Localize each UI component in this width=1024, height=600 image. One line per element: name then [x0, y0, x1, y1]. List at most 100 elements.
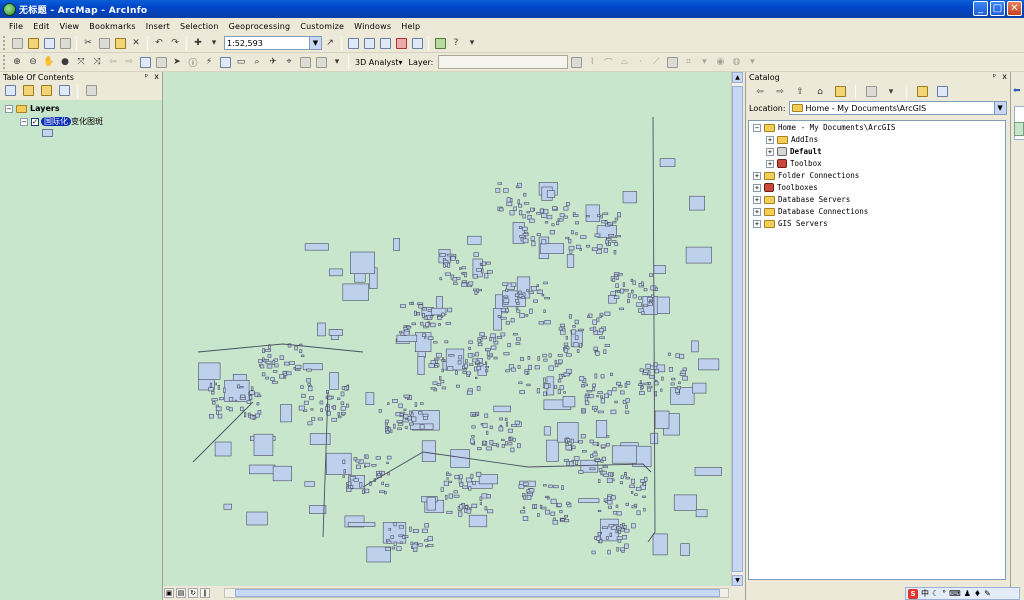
parcel-polygon[interactable] [612, 387, 617, 392]
ime-tools-icon[interactable]: ✎ [984, 589, 991, 598]
parcel-polygon[interactable] [265, 360, 272, 365]
parcel-polygon[interactable] [464, 505, 468, 509]
parcel-polygon[interactable] [660, 388, 663, 392]
home-icon[interactable]: ⌂ [813, 85, 827, 99]
parcel-polygon[interactable] [495, 187, 501, 193]
parcel-polygon[interactable] [563, 342, 569, 346]
parcel-polygon[interactable] [472, 274, 478, 279]
parcel-polygon[interactable] [587, 315, 590, 318]
parcel-polygon[interactable] [434, 365, 438, 368]
parcel-polygon[interactable] [571, 230, 574, 235]
parcel-polygon[interactable] [632, 280, 636, 285]
parcel-polygon[interactable] [571, 329, 577, 335]
parcel-polygon[interactable] [565, 236, 570, 240]
parcel-polygon[interactable] [303, 400, 309, 405]
parcel-polygon[interactable] [568, 314, 573, 319]
parcel-polygon[interactable] [614, 274, 618, 277]
find-route-icon[interactable]: ✈ [266, 55, 280, 69]
menu-view[interactable]: View [54, 22, 84, 31]
parcel-polygon[interactable] [223, 387, 226, 393]
parcel-polygon[interactable] [579, 376, 585, 382]
parcel-polygon[interactable] [599, 314, 602, 318]
parcel-polygon[interactable] [608, 234, 615, 237]
parcel-polygon[interactable] [471, 503, 478, 509]
parcel-polygon[interactable] [249, 390, 255, 395]
parcel-polygon[interactable] [520, 357, 524, 361]
parcel-polygon[interactable] [531, 241, 536, 247]
location-combo[interactable]: Home - My Documents\ArcGIS ▼ [788, 101, 1007, 115]
parcel-polygon[interactable] [396, 420, 403, 424]
parcel-polygon[interactable] [302, 363, 323, 371]
parcel-polygon[interactable] [625, 404, 628, 409]
parcel-polygon[interactable] [639, 391, 645, 395]
parcel-polygon[interactable] [564, 518, 570, 523]
parcel-polygon[interactable] [519, 389, 525, 394]
steepest-path-icon[interactable]: ⌒ [601, 55, 615, 69]
parcel-polygon[interactable] [340, 411, 346, 415]
layers-dataframe-row[interactable]: − Layers [5, 104, 60, 113]
parcel-polygon[interactable] [484, 361, 488, 364]
parcel-polygon[interactable] [455, 384, 460, 388]
parcel-polygon[interactable] [347, 522, 376, 527]
arcglobe-icon[interactable]: ◍ [729, 55, 743, 69]
parcel-polygon[interactable] [440, 487, 444, 492]
parcel-polygon[interactable] [485, 365, 490, 369]
parcel-polygon[interactable] [342, 459, 346, 464]
parcel-polygon[interactable] [340, 406, 346, 411]
parcel-polygon[interactable] [346, 403, 350, 408]
parcel-polygon[interactable] [350, 251, 375, 275]
parcel-polygon[interactable] [228, 407, 233, 412]
parcel-polygon[interactable] [270, 377, 275, 381]
parcel-polygon[interactable] [499, 207, 504, 212]
parcel-polygon[interactable] [445, 494, 448, 500]
parcel-polygon[interactable] [624, 528, 630, 533]
parcel-polygon[interactable] [284, 361, 290, 366]
identify-icon[interactable]: ⓘ [186, 55, 200, 69]
parcel-polygon[interactable] [615, 504, 619, 508]
parcel-polygon[interactable] [603, 248, 609, 253]
parcel-polygon[interactable] [411, 322, 416, 326]
parcel-polygon[interactable] [615, 283, 619, 289]
parcel-polygon[interactable] [576, 349, 580, 353]
parcel-polygon[interactable] [530, 286, 537, 291]
parcel-polygon[interactable] [600, 374, 605, 379]
parcel-polygon[interactable] [617, 290, 620, 294]
parcel-polygon[interactable] [356, 464, 361, 469]
parcel-polygon[interactable] [609, 372, 613, 377]
parcel-polygon[interactable] [396, 546, 402, 551]
parcel-polygon[interactable] [252, 415, 256, 420]
parcel-polygon[interactable] [353, 478, 359, 482]
parcel-polygon[interactable] [595, 459, 601, 462]
layer-symbol-swatch[interactable] [42, 129, 53, 137]
parcel-polygon[interactable] [608, 505, 612, 510]
parcel-polygon[interactable] [615, 381, 621, 386]
parcel-polygon[interactable] [346, 487, 352, 492]
line-of-sight-icon[interactable]: ⌓ [617, 55, 631, 69]
parcel-polygon[interactable] [685, 246, 712, 264]
parcel-polygon[interactable] [427, 543, 434, 547]
parcel-polygon[interactable] [518, 203, 523, 208]
parcel-polygon[interactable] [600, 398, 606, 404]
interpolate-line-icon[interactable]: ⟋ [649, 55, 663, 69]
parcel-polygon[interactable] [208, 387, 214, 392]
layer-visibility-checkbox[interactable]: ✓ [31, 117, 39, 126]
catalog-tree-item-folder-connections[interactable]: + Folder Connections [753, 171, 859, 180]
parcel-polygon[interactable] [689, 195, 705, 211]
scroll-down-icon[interactable]: ▼ [732, 575, 743, 586]
parcel-polygon[interactable] [670, 387, 695, 405]
parcel-polygon[interactable] [493, 356, 498, 360]
parcel-polygon[interactable] [439, 253, 446, 257]
parcel-polygon[interactable] [365, 454, 369, 459]
parcel-polygon[interactable] [458, 511, 463, 517]
parcel-polygon[interactable] [461, 266, 467, 270]
parcel-polygon[interactable] [517, 365, 521, 369]
new-folder-icon[interactable] [915, 85, 929, 99]
parcel-polygon[interactable] [575, 460, 579, 466]
parcel-polygon[interactable] [262, 348, 265, 353]
editor-toolbar-icon[interactable]: ↗ [323, 36, 337, 50]
parcel-polygon[interactable] [429, 315, 433, 318]
ime-keyboard-icon[interactable]: ⌨ [949, 589, 961, 598]
parcel-polygon[interactable] [515, 306, 519, 310]
parcel-polygon[interactable] [272, 465, 292, 482]
parcel-polygon[interactable] [371, 463, 377, 467]
